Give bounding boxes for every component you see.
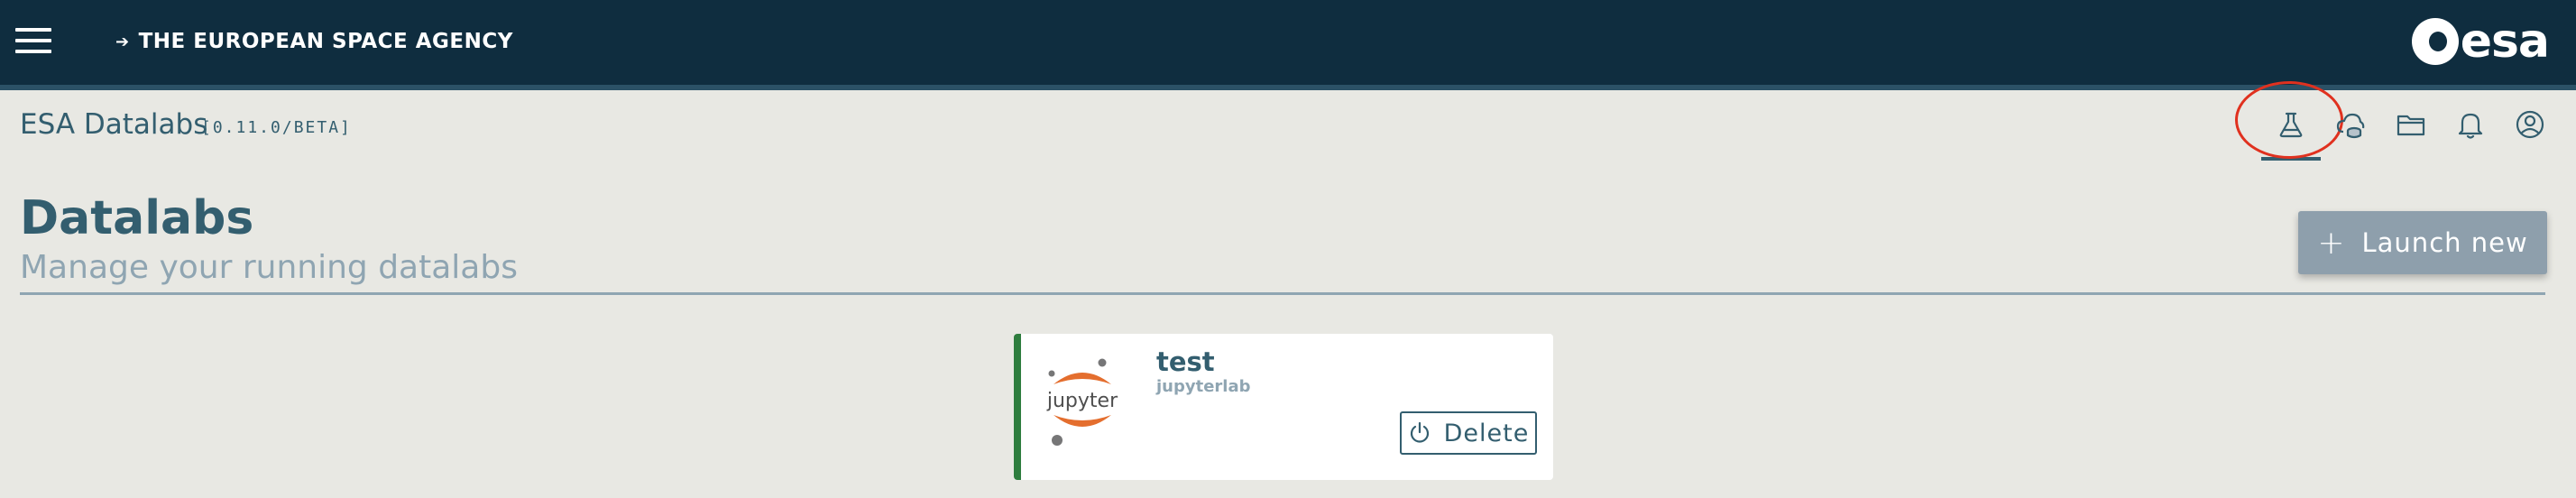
esa-logo-mark <box>2412 18 2459 65</box>
heading-divider <box>20 292 2545 295</box>
active-tab-indicator <box>2261 157 2321 161</box>
datalab-type: jupyterlab <box>1156 377 1251 396</box>
agency-link-label: THE EUROPEAN SPACE AGENCY <box>138 30 513 53</box>
power-icon <box>1410 421 1429 443</box>
esa-logo-text: esa <box>2460 14 2550 69</box>
hamburger-menu-icon[interactable] <box>15 28 51 53</box>
jupyter-logo-icon: jupyter <box>1046 358 1118 446</box>
folder-icon[interactable] <box>2393 106 2429 143</box>
datalab-name: test <box>1156 346 1215 377</box>
app-title: ESA Datalabs <box>20 108 208 141</box>
esa-logo[interactable]: esa <box>2412 14 2550 69</box>
launch-new-button[interactable]: + Launch new <box>2298 211 2547 274</box>
cloud-storage-icon[interactable] <box>2332 106 2369 143</box>
launch-new-label: Launch new <box>2361 227 2528 258</box>
delete-label: Delete <box>1443 419 1530 447</box>
arrow-right-icon: ➔ <box>115 32 130 51</box>
jupyter-logo-text: jupyter <box>1046 390 1118 412</box>
plus-icon: + <box>2317 224 2346 262</box>
user-account-icon[interactable] <box>2512 106 2548 143</box>
app-version: [0.11.0/BETA] <box>201 118 352 137</box>
page-title: Datalabs <box>20 191 254 245</box>
top-banner: ➔ THE EUROPEAN SPACE AGENCY esa <box>0 0 2576 85</box>
banner-divider <box>0 85 2576 90</box>
agency-link[interactable]: ➔ THE EUROPEAN SPACE AGENCY <box>115 27 513 56</box>
delete-button[interactable]: Delete <box>1400 411 1537 455</box>
bell-icon[interactable] <box>2452 106 2489 143</box>
datalabs-flask-icon[interactable] <box>2273 106 2309 143</box>
page-subtitle: Manage your running datalabs <box>20 249 518 286</box>
datalab-card[interactable]: jupyter test jupyterlab Delete <box>1014 334 1553 480</box>
